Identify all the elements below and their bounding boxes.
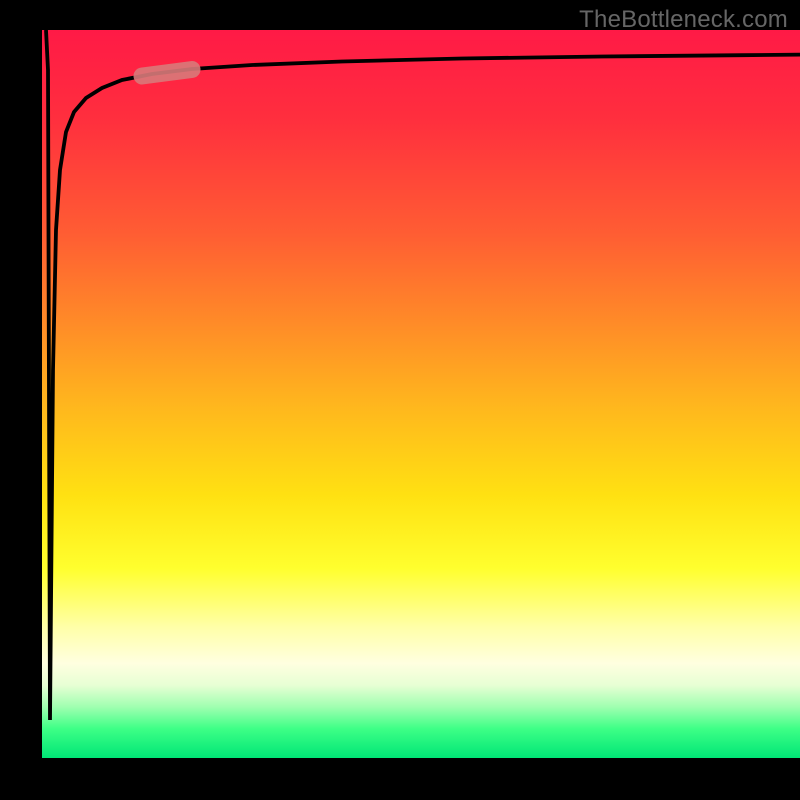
chart-area xyxy=(42,30,800,758)
curve-layer xyxy=(42,30,800,758)
spike-path xyxy=(46,30,800,720)
watermark-text: TheBottleneck.com xyxy=(579,6,788,34)
curve-marker xyxy=(142,70,192,77)
